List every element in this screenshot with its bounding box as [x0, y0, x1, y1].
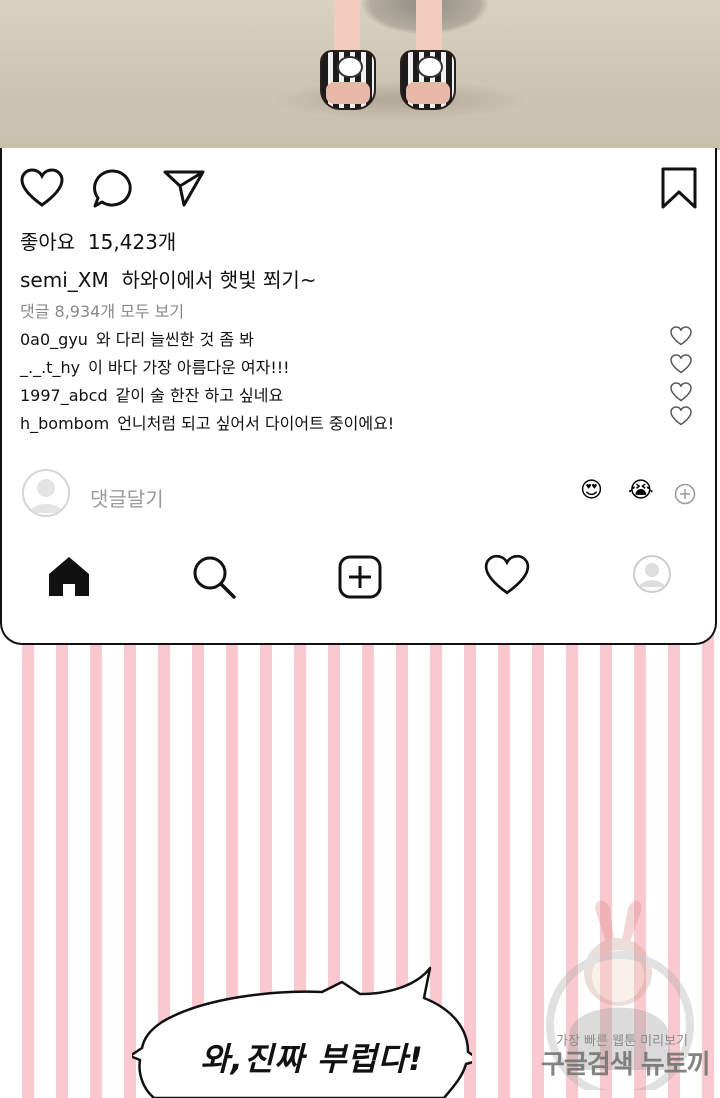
comment-like-heart-icon[interactable]	[670, 354, 692, 374]
caption-text: 하와이에서 햇빛 쬐기~	[121, 268, 317, 292]
caption-username[interactable]: semi_XM	[20, 268, 109, 292]
post-caption: semi_XM 하와이에서 햇빛 쬐기~	[20, 264, 317, 293]
comment-text: 이 바다 가장 아름다운 여자!!!	[88, 358, 290, 377]
comment-username[interactable]: _._.t_hy	[20, 358, 80, 377]
likes-label: 좋아요	[20, 230, 76, 254]
comment-input[interactable]: 댓글달기	[90, 483, 164, 512]
crying-emoji-icon[interactable]: 😭	[628, 480, 654, 502]
comment-text: 같이 술 한잔 하고 싶네요	[115, 386, 284, 405]
post-photo[interactable]	[0, 0, 720, 150]
likes-number: 15,423개	[87, 230, 177, 254]
search-icon[interactable]	[190, 554, 238, 600]
comment-row: h_bombom 언니처럼 되고 싶어서 다이어트 중이에요!	[20, 410, 394, 434]
comment-row: _._.t_hy 이 바다 가장 아름다운 여자!!!	[20, 354, 290, 378]
comment-icon[interactable]	[92, 168, 134, 210]
comment-username[interactable]: 0a0_gyu	[20, 330, 88, 349]
bookmark-icon[interactable]	[660, 166, 698, 210]
view-all-comments-link[interactable]: 댓글 8,934개 모두 보기	[20, 298, 184, 322]
comment-username[interactable]: h_bombom	[20, 414, 109, 433]
user-avatar	[22, 469, 70, 517]
comment-like-heart-icon[interactable]	[670, 326, 692, 346]
comment-text: 언니처럼 되고 싶어서 다이어트 중이에요!	[117, 414, 395, 433]
profile-icon[interactable]	[632, 554, 672, 594]
home-icon[interactable]	[46, 554, 92, 598]
add-comment-row: 댓글달기 😍 😭	[2, 466, 715, 526]
heart-icon[interactable]	[20, 168, 64, 208]
send-icon[interactable]	[162, 168, 206, 208]
comment-row: 0a0_gyu 와 다리 늘씬한 것 좀 봐	[20, 326, 254, 350]
right-sandal	[400, 50, 456, 110]
comment-username[interactable]: 1997_abcd	[20, 386, 108, 405]
comment-like-heart-icon[interactable]	[670, 406, 692, 426]
post-card: 좋아요 15,423개 semi_XM 하와이에서 햇빛 쬐기~ 댓글 8,93…	[0, 148, 717, 645]
likes-count[interactable]: 좋아요 15,423개	[20, 226, 176, 255]
add-post-icon[interactable]	[337, 554, 383, 600]
speech-bubble-text: 와,진짜 부럽다!	[200, 1040, 424, 1078]
comment-like-heart-icon[interactable]	[670, 382, 692, 402]
watermark-line-2: 구글검색 뉴토끼	[541, 1050, 710, 1080]
activity-heart-icon[interactable]	[484, 554, 530, 596]
bottom-navigation	[2, 548, 715, 604]
comment-text: 와 다리 늘씬한 것 좀 봐	[95, 330, 254, 349]
left-sandal	[320, 50, 376, 110]
comment-row: 1997_abcd 같이 술 한잔 하고 싶네요	[20, 382, 283, 406]
heart-eyes-emoji-icon[interactable]: 😍	[580, 480, 603, 502]
add-emoji-plus-icon[interactable]	[674, 483, 696, 505]
